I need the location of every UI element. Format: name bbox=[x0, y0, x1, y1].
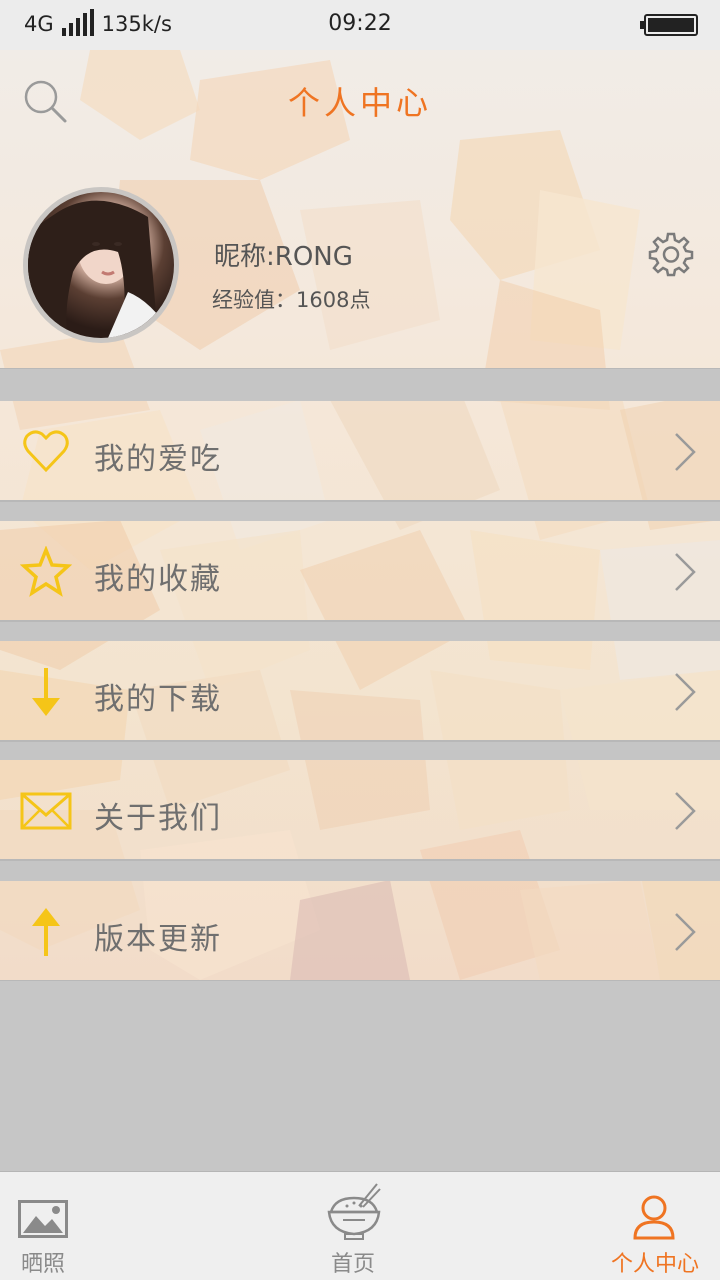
section-divider bbox=[0, 621, 720, 641]
download-arrow-icon bbox=[32, 668, 60, 716]
menu-item-label: 我的收藏 bbox=[94, 562, 222, 597]
tab-label: 晒照 bbox=[20, 1252, 65, 1277]
image-icon bbox=[18, 1200, 68, 1238]
rice-bowl-icon bbox=[327, 1183, 381, 1240]
mail-icon bbox=[20, 792, 72, 830]
section-divider bbox=[0, 860, 720, 881]
star-icon bbox=[20, 546, 72, 597]
menu-item-label: 我的爱吃 bbox=[94, 442, 222, 477]
clock: 09:22 bbox=[328, 11, 392, 36]
menu-item-label: 版本更新 bbox=[94, 922, 222, 957]
chevron-right-icon bbox=[675, 433, 696, 471]
chevron-right-icon bbox=[675, 913, 696, 951]
header: 个人中心 bbox=[0, 50, 720, 150]
section-divider bbox=[0, 741, 720, 760]
menu-item-label: 我的下载 bbox=[94, 682, 222, 717]
tab-photo[interactable]: 晒照 bbox=[0, 1172, 86, 1280]
page-title: 个人中心 bbox=[287, 84, 432, 122]
tab-label: 个人中心 bbox=[610, 1252, 699, 1277]
menu-item-version-update[interactable]: 版本更新 bbox=[0, 881, 720, 981]
menu-item-about-us[interactable]: 关于我们 bbox=[0, 760, 720, 860]
menu-item-collection[interactable]: 我的收藏 bbox=[0, 521, 720, 621]
experience-points: 经验值：1608点 bbox=[212, 288, 371, 312]
menu-item-downloads[interactable]: 我的下载 bbox=[0, 641, 720, 741]
tab-profile[interactable]: 个人中心 bbox=[600, 1172, 710, 1280]
section-divider bbox=[0, 368, 720, 401]
chevron-right-icon bbox=[675, 673, 696, 711]
user-icon bbox=[633, 1195, 675, 1240]
chevron-right-icon bbox=[675, 792, 696, 830]
status-bar: 4G 135k/s 09:22 bbox=[0, 0, 720, 50]
upload-arrow-icon bbox=[32, 908, 60, 956]
menu-item-label: 关于我们 bbox=[94, 801, 222, 836]
empty-area bbox=[0, 981, 720, 1171]
nickname: 昵称:RONG bbox=[214, 242, 353, 272]
tab-home[interactable]: 首页 bbox=[305, 1172, 401, 1280]
section-divider bbox=[0, 501, 720, 521]
heart-icon bbox=[23, 430, 69, 473]
tab-label: 首页 bbox=[330, 1252, 375, 1277]
chevron-right-icon bbox=[675, 553, 696, 591]
battery-icon bbox=[640, 14, 698, 36]
menu-item-favorites-food[interactable]: 我的爱吃 bbox=[0, 401, 720, 501]
avatar[interactable] bbox=[23, 187, 179, 343]
gear-icon[interactable] bbox=[648, 231, 694, 277]
bottom-tab-bar: 晒照 首页 个人中心 bbox=[0, 1171, 720, 1280]
